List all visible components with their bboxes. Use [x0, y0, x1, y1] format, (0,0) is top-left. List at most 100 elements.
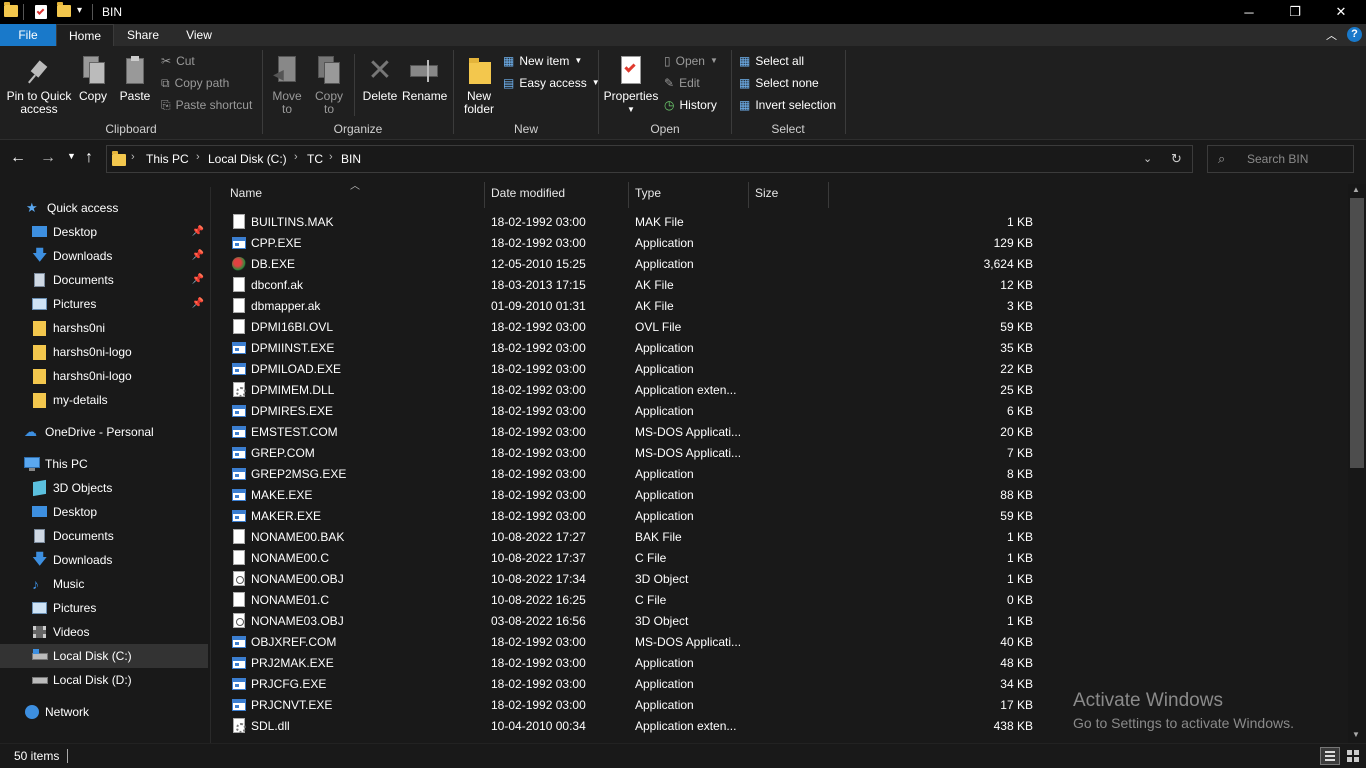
scroll-up-icon[interactable]: ▲	[1352, 185, 1360, 194]
address-bar[interactable]: › This PC › Local Disk (C:) › TC › BIN ⌄…	[106, 145, 1193, 173]
sidebar-item-documents-pc[interactable]: Documents	[0, 524, 208, 548]
properties-button[interactable]: Properties ▼	[603, 56, 659, 116]
table-row[interactable]: DPMILOAD.EXE 18-02-1992 03:00 Application 2…	[224, 359, 1040, 380]
table-row[interactable]: DB.EXE 12-05-2010 15:25 Application 3,624 K…	[224, 254, 1040, 275]
pin-to-quick-access-button[interactable]: Pin to Quick access	[4, 56, 74, 116]
close-button[interactable]: ✕	[1318, 0, 1364, 24]
back-arrow-icon[interactable]: ←	[10, 149, 26, 167]
sidebar-item-local-disk-d[interactable]: Local Disk (D:)	[0, 668, 208, 692]
breadcrumb-tc[interactable]: TC	[307, 152, 323, 166]
sidebar-item-network[interactable]: Network	[0, 700, 208, 724]
sidebar-item-local-disk-c[interactable]: Local Disk (C:)	[0, 644, 208, 668]
edit-button[interactable]: ✎ Edit	[664, 73, 700, 93]
table-row[interactable]: dbmapper.ak 01-09-2010 01:31 AK File 3 KB	[224, 296, 1040, 317]
sidebar-item-this-pc[interactable]: This PC	[0, 452, 208, 476]
sidebar-item-videos[interactable]: Videos	[0, 620, 208, 644]
tab-share[interactable]: Share	[116, 24, 170, 46]
table-row[interactable]: DPMIRES.EXE 18-02-1992 03:00 Application 6 …	[224, 401, 1040, 422]
sidebar-item-desktop-pc[interactable]: Desktop	[0, 500, 208, 524]
column-header-type[interactable]: Type	[629, 182, 749, 208]
address-dropdown-icon[interactable]: ⌄	[1143, 152, 1152, 165]
maximize-button[interactable]: ❐	[1272, 0, 1318, 24]
table-row[interactable]: PRJCNVT.EXE 18-02-1992 03:00 Application 17…	[224, 695, 1040, 716]
cut-button[interactable]: ✂ Cut	[161, 51, 195, 71]
tab-view[interactable]: View	[172, 24, 226, 46]
table-row[interactable]: NONAME01.C 10-08-2022 16:25 C File 0 KB	[224, 590, 1040, 611]
help-icon[interactable]: ?	[1347, 27, 1362, 42]
sidebar-item-harshs0ni-logo-2[interactable]: harshs0ni-logo	[0, 364, 208, 388]
minimize-button[interactable]: ─	[1226, 0, 1272, 24]
sidebar-item-harshs0ni-logo[interactable]: harshs0ni-logo	[0, 340, 208, 364]
sidebar-item-pictures-pc[interactable]: Pictures	[0, 596, 208, 620]
up-arrow-icon[interactable]: ↑	[85, 149, 93, 167]
sidebar-item-music[interactable]: ♪ Music	[0, 572, 208, 596]
search-box[interactable]: ⌕ Search BIN	[1207, 145, 1354, 173]
table-row[interactable]: dbconf.ak 18-03-2013 17:15 AK File 12 KB	[224, 275, 1040, 296]
large-icons-view-icon[interactable]	[1344, 747, 1362, 765]
copy-button[interactable]: Copy	[76, 56, 110, 103]
column-header-size[interactable]: Size	[749, 182, 829, 208]
easy-access-button[interactable]: ▤ Easy access ▼	[503, 73, 600, 93]
refresh-icon[interactable]: ↻	[1171, 151, 1182, 167]
customize-quick-access-icon[interactable]: ▾	[77, 5, 82, 16]
table-row[interactable]: NONAME00.BAK 10-08-2022 17:27 BAK File 1 KB	[224, 527, 1040, 548]
open-button[interactable]: ▯ Open ▼	[664, 51, 718, 71]
scrollbar-thumb[interactable]	[1350, 198, 1364, 468]
copy-to-button[interactable]: Copy to	[310, 56, 348, 116]
move-to-button[interactable]: ◀ Move to	[268, 56, 306, 116]
sidebar-item-downloads-pc[interactable]: 🡇 Downloads	[0, 548, 208, 572]
paste-button[interactable]: Paste	[116, 56, 154, 103]
select-none-button[interactable]: ▦ Select none	[739, 73, 819, 93]
copy-path-button[interactable]: ⧉ Copy path	[161, 73, 229, 93]
table-row[interactable]: MAKE.EXE 18-02-1992 03:00 Application 88 KB	[224, 485, 1040, 506]
table-row[interactable]: NONAME03.OBJ 03-08-2022 16:56 3D Object 1 K…	[224, 611, 1040, 632]
table-row[interactable]: PRJ2MAK.EXE 18-02-1992 03:00 Application 48…	[224, 653, 1040, 674]
breadcrumb-bin[interactable]: BIN	[341, 152, 361, 166]
table-row[interactable]: MAKER.EXE 18-02-1992 03:00 Application 59 K…	[224, 506, 1040, 527]
history-button[interactable]: ◷ History	[664, 95, 717, 115]
table-row[interactable]: OBJXREF.COM 18-02-1992 03:00 MS-DOS Applic…	[224, 632, 1040, 653]
sidebar-item-pictures[interactable]: Pictures 📌	[0, 292, 208, 316]
rename-button[interactable]: Rename	[402, 56, 447, 103]
sidebar-item-documents[interactable]: Documents 📌	[0, 268, 208, 292]
column-header-name[interactable]: Name	[224, 182, 485, 208]
scroll-down-icon[interactable]: ▼	[1352, 730, 1360, 739]
table-row[interactable]: EMSTEST.COM 18-02-1992 03:00 MS-DOS Applic…	[224, 422, 1040, 443]
sidebar-item-onedrive[interactable]: ☁ OneDrive - Personal	[0, 420, 208, 444]
invert-selection-button[interactable]: ▦ Invert selection	[739, 95, 836, 115]
forward-arrow-icon[interactable]: →	[40, 149, 56, 167]
sidebar-item-desktop[interactable]: Desktop 📌	[0, 220, 208, 244]
sidebar-item-my-details[interactable]: my-details	[0, 388, 208, 412]
table-row[interactable]: BUILTINS.MAK 18-02-1992 03:00 MAK File 1 KB	[224, 212, 1040, 233]
column-header-date[interactable]: Date modified	[485, 182, 629, 208]
new-item-button[interactable]: ▦ New item ▼	[503, 51, 582, 71]
sidebar-item-quick-access[interactable]: ★ Quick access	[0, 196, 208, 220]
table-row[interactable]: SDL.dll 10-04-2010 00:34 Application exten…	[224, 716, 1040, 737]
collapse-ribbon-icon[interactable]: ︿	[1326, 27, 1337, 43]
table-row[interactable]: DPMI16BI.OVL 18-02-1992 03:00 OVL File 59 K…	[224, 317, 1040, 338]
breadcrumb-this-pc[interactable]: This PC	[146, 152, 189, 166]
table-row[interactable]: DPMIMEM.DLL 18-02-1992 03:00 Application e…	[224, 380, 1040, 401]
table-row[interactable]: GREP.COM 18-02-1992 03:00 MS-DOS Applicati…	[224, 443, 1040, 464]
table-row[interactable]: PRJCFG.EXE 18-02-1992 03:00 Application 34 …	[224, 674, 1040, 695]
paste-shortcut-button[interactable]: ⎘ Paste shortcut	[161, 95, 252, 115]
breadcrumb-local-disk[interactable]: Local Disk (C:)	[208, 152, 287, 166]
select-all-button[interactable]: ▦ Select all	[739, 51, 804, 71]
sidebar-item-3d-objects[interactable]: 3D Objects	[0, 476, 208, 500]
new-folder-quick-icon[interactable]	[57, 2, 71, 20]
table-row[interactable]: NONAME00.C 10-08-2022 17:37 C File 1 KB	[224, 548, 1040, 569]
sidebar-item-harshs0ni[interactable]: harshs0ni	[0, 316, 208, 340]
new-folder-button[interactable]: New folder	[458, 56, 500, 116]
table-row[interactable]: DPMIINST.EXE 18-02-1992 03:00 Application 3…	[224, 338, 1040, 359]
table-row[interactable]: GREP2MSG.EXE 18-02-1992 03:00 Application 8…	[224, 464, 1040, 485]
properties-quick-icon[interactable]	[35, 5, 47, 19]
table-row[interactable]: NONAME00.OBJ 10-08-2022 17:34 3D Object 1 K…	[224, 569, 1040, 590]
table-row[interactable]: CPP.EXE 18-02-1992 03:00 Application 129 KB	[224, 233, 1040, 254]
tab-file[interactable]: File	[0, 24, 56, 46]
download-arrow-icon: 🡇	[32, 551, 48, 568]
sidebar-item-downloads[interactable]: 🡇 Downloads 📌	[0, 244, 208, 268]
delete-button[interactable]: ✕ Delete	[360, 56, 400, 103]
tab-home[interactable]: Home	[56, 24, 114, 47]
details-view-icon[interactable]	[1320, 747, 1340, 765]
recent-locations-icon[interactable]: ▼	[67, 151, 76, 161]
